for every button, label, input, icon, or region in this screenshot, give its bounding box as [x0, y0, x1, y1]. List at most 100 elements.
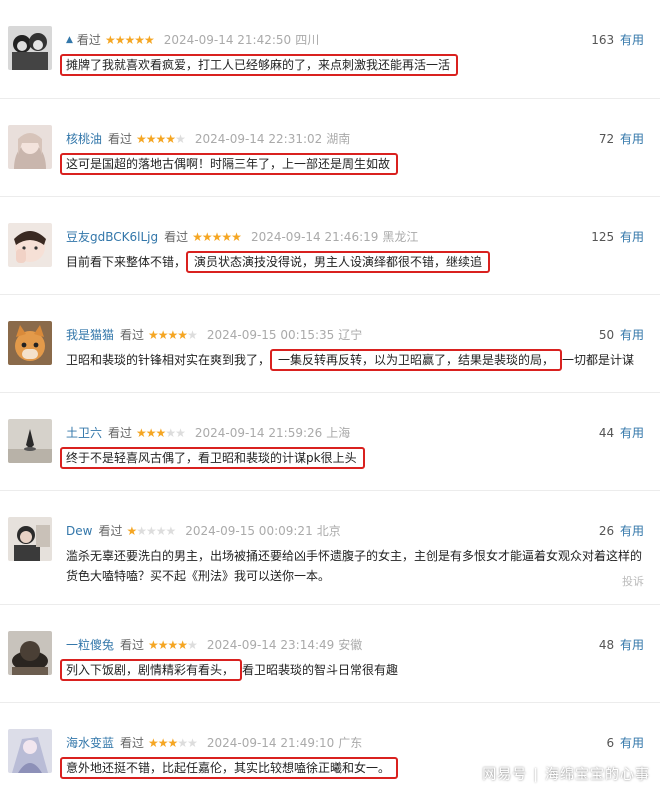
seen-label: 看过 — [120, 328, 145, 342]
comment-list: ▲ 看过 ★★★★★ 2024-09-14 21:42:50 四川 163 有用… — [0, 0, 660, 803]
comment-location: 四川 — [295, 33, 320, 47]
rating-stars: ★★★★★ — [126, 524, 176, 538]
avatar[interactable] — [8, 419, 52, 463]
comment-text-plain: 滥杀无辜还要洗白的男主，出场被捅还要给凶手怀遗腹子的女主，主创是有多恨女才能逼着… — [66, 549, 643, 583]
rating-stars: ★★★★★ — [148, 638, 198, 652]
useful-button[interactable]: 48 有用 — [599, 637, 644, 653]
rating-stars: ★★★★★ — [104, 33, 155, 47]
seen-label: 看过 — [76, 33, 101, 47]
username-link[interactable]: 豆友gdBCK6lLjg — [66, 229, 158, 245]
rating-stars: ★★★★★ — [136, 426, 186, 440]
useful-button[interactable]: 44 有用 — [599, 425, 644, 441]
comment-text: 列入下饭剧，剧情精彩有看头， 看卫昭裴琰的智斗日常很有趣 — [60, 659, 634, 681]
useful-count: 163 — [591, 33, 615, 47]
useful-count: 72 — [598, 132, 615, 146]
comment-time: 2024-09-14 22:31:02 — [194, 132, 323, 146]
comment-text-plain: 一切都是计谋 — [562, 353, 635, 367]
rating-stars: ★★★★★ — [192, 230, 242, 244]
highlight-box: 列入下饭剧，剧情精彩有看头， — [60, 659, 243, 681]
comment-item: Dew 看过 ★★★★★ 2024-09-15 00:09:21 北京 26 有… — [0, 491, 660, 605]
useful-button[interactable]: 50 有用 — [599, 327, 644, 343]
useful-count: 125 — [591, 230, 615, 244]
useful-count: 50 — [598, 328, 615, 342]
comment-text: 滥杀无辜还要洗白的男主，出场被捅还要给凶手怀遗腹子的女主，主创是有多恨女才能逼着… — [66, 546, 642, 586]
highlight-box: 一集反转再反转，以为卫昭赢了，结果是裴琰的局， — [270, 349, 563, 371]
seen-label: 看过 — [108, 426, 133, 440]
report-link[interactable]: 投诉 — [622, 573, 644, 589]
rating-stars: ★★★★★ — [136, 132, 186, 146]
comment-location: 北京 — [316, 524, 341, 538]
avatar[interactable] — [8, 729, 52, 773]
useful-count: 6 — [606, 736, 615, 750]
useful-button[interactable]: 125 有用 — [591, 229, 644, 245]
username-link[interactable]: 核桃油 — [66, 131, 102, 147]
username-link[interactable]: 海水变蓝 — [66, 735, 114, 751]
avatar[interactable] — [8, 125, 52, 169]
comment-header: ▲ 看过 ★★★★★ 2024-09-14 21:42:50 四川 — [66, 32, 319, 48]
comment-text: 卫昭和裴琰的针锋相对实在爽到我了， 一集反转再反转，以为卫昭赢了，结果是裴琰的局，… — [66, 349, 646, 371]
comment-location: 上海 — [326, 426, 351, 440]
useful-count: 44 — [598, 426, 615, 440]
comment-text-plain: 卫昭和裴琰的针锋相对实在爽到我了， — [66, 353, 271, 367]
highlight-box: 摊牌了我就喜欢看疯爱，打工人已经够麻的了，来点刺激我还能再活一活 — [60, 54, 459, 76]
comment-time: 2024-09-15 00:09:21 — [185, 524, 313, 538]
comment-header: 海水变蓝 看过 ★★★★★ 2024-09-14 21:49:10 广东 — [66, 735, 362, 751]
useful-label: 有用 — [619, 33, 644, 47]
useful-button[interactable]: 6 有用 — [607, 735, 644, 751]
seen-label: 看过 — [108, 132, 133, 146]
comment-time: 2024-09-14 21:59:26 — [194, 426, 323, 440]
comment-header: 核桃油 看过 ★★★★★ 2024-09-14 22:31:02 湖南 — [66, 131, 350, 147]
seen-label: 看过 — [98, 524, 123, 538]
watermark-separator: | — [533, 767, 539, 783]
useful-button[interactable]: 163 有用 — [591, 32, 644, 48]
useful-label: 有用 — [619, 524, 644, 538]
useful-button[interactable]: 26 有用 — [599, 523, 644, 539]
avatar[interactable] — [8, 631, 52, 675]
useful-button[interactable]: 72 有用 — [599, 131, 644, 147]
highlight-box: 终于不是轻喜风古偶了，看卫昭和裴琰的计谋pk很上头 — [60, 447, 365, 469]
comment-text: 摊牌了我就喜欢看疯爱，打工人已经够麻的了，来点刺激我还能再活一活 — [60, 54, 634, 76]
comment-time: 2024-09-14 21:49:10 — [206, 736, 335, 750]
comment-text: 目前看下来整体不错， 演员状态演技没得说，男主人设演绎都很不错，继续追 — [66, 251, 634, 273]
username-link[interactable]: 我是猫猫 — [66, 327, 114, 343]
highlight-box: 演员状态演技没得说，男主人设演绎都很不错，继续追 — [186, 251, 491, 273]
useful-label: 有用 — [619, 638, 644, 652]
comment-location: 广东 — [338, 736, 363, 750]
avatar[interactable] — [8, 321, 52, 365]
comment-time: 2024-09-14 21:42:50 — [163, 33, 292, 47]
comment-time: 2024-09-14 21:46:19 — [250, 230, 379, 244]
rating-stars: ★★★★★ — [148, 328, 198, 342]
comment-item: ▲ 看过 ★★★★★ 2024-09-14 21:42:50 四川 163 有用… — [0, 0, 660, 99]
comment-time: 2024-09-14 23:14:49 — [206, 638, 335, 652]
comment-header: Dew 看过 ★★★★★ 2024-09-15 00:09:21 北京 — [66, 523, 341, 539]
comment-location: 黑龙江 — [382, 230, 419, 244]
comment-item: 海水变蓝 看过 ★★★★★ 2024-09-14 21:49:10 广东 6 有… — [0, 703, 660, 803]
comment-location: 辽宁 — [338, 328, 363, 342]
username-link[interactable]: Dew — [66, 523, 92, 539]
comment-item: 核桃油 看过 ★★★★★ 2024-09-14 22:31:02 湖南 72 有… — [0, 99, 660, 197]
watermark-author: 海绵宝宝的心事 — [545, 767, 650, 783]
comment-item: 我是猫猫 看过 ★★★★★ 2024-09-15 00:15:35 辽宁 50 … — [0, 295, 660, 393]
username-link[interactable]: 一粒傻兔 — [66, 637, 114, 653]
avatar[interactable] — [8, 26, 52, 70]
comment-header: 我是猫猫 看过 ★★★★★ 2024-09-15 00:15:35 辽宁 — [66, 327, 362, 343]
comment-header: 一粒傻兔 看过 ★★★★★ 2024-09-14 23:14:49 安徽 — [66, 637, 362, 653]
highlight-box: 意外地还挺不错，比起任嘉伦，其实比较想嗑徐正曦和女一。 — [60, 757, 399, 779]
useful-label: 有用 — [619, 132, 644, 146]
comment-location: 湖南 — [326, 132, 351, 146]
seen-label: 看过 — [164, 230, 189, 244]
comment-text-plain: 看卫昭裴琰的智斗日常很有趣 — [242, 663, 399, 677]
username-link[interactable]: 土卫六 — [66, 425, 102, 441]
avatar[interactable] — [8, 223, 52, 267]
user-triangle-icon: ▲ — [66, 35, 73, 45]
comment-time: 2024-09-15 00:15:35 — [206, 328, 335, 342]
comment-header: 土卫六 看过 ★★★★★ 2024-09-14 21:59:26 上海 — [66, 425, 350, 441]
useful-count: 48 — [598, 638, 615, 652]
comment-text-plain: 目前看下来整体不错， — [66, 255, 187, 269]
comment-item: 一粒傻兔 看过 ★★★★★ 2024-09-14 23:14:49 安徽 48 … — [0, 605, 660, 703]
avatar[interactable] — [8, 517, 52, 561]
useful-count: 26 — [598, 524, 615, 538]
highlight-box: 这可是国超的落地古偶啊！时隔三年了，上一部还是周生如故 — [60, 153, 399, 175]
useful-label: 有用 — [619, 328, 644, 342]
comment-header: 豆友gdBCK6lLjg 看过 ★★★★★ 2024-09-14 21:46:1… — [66, 229, 418, 245]
